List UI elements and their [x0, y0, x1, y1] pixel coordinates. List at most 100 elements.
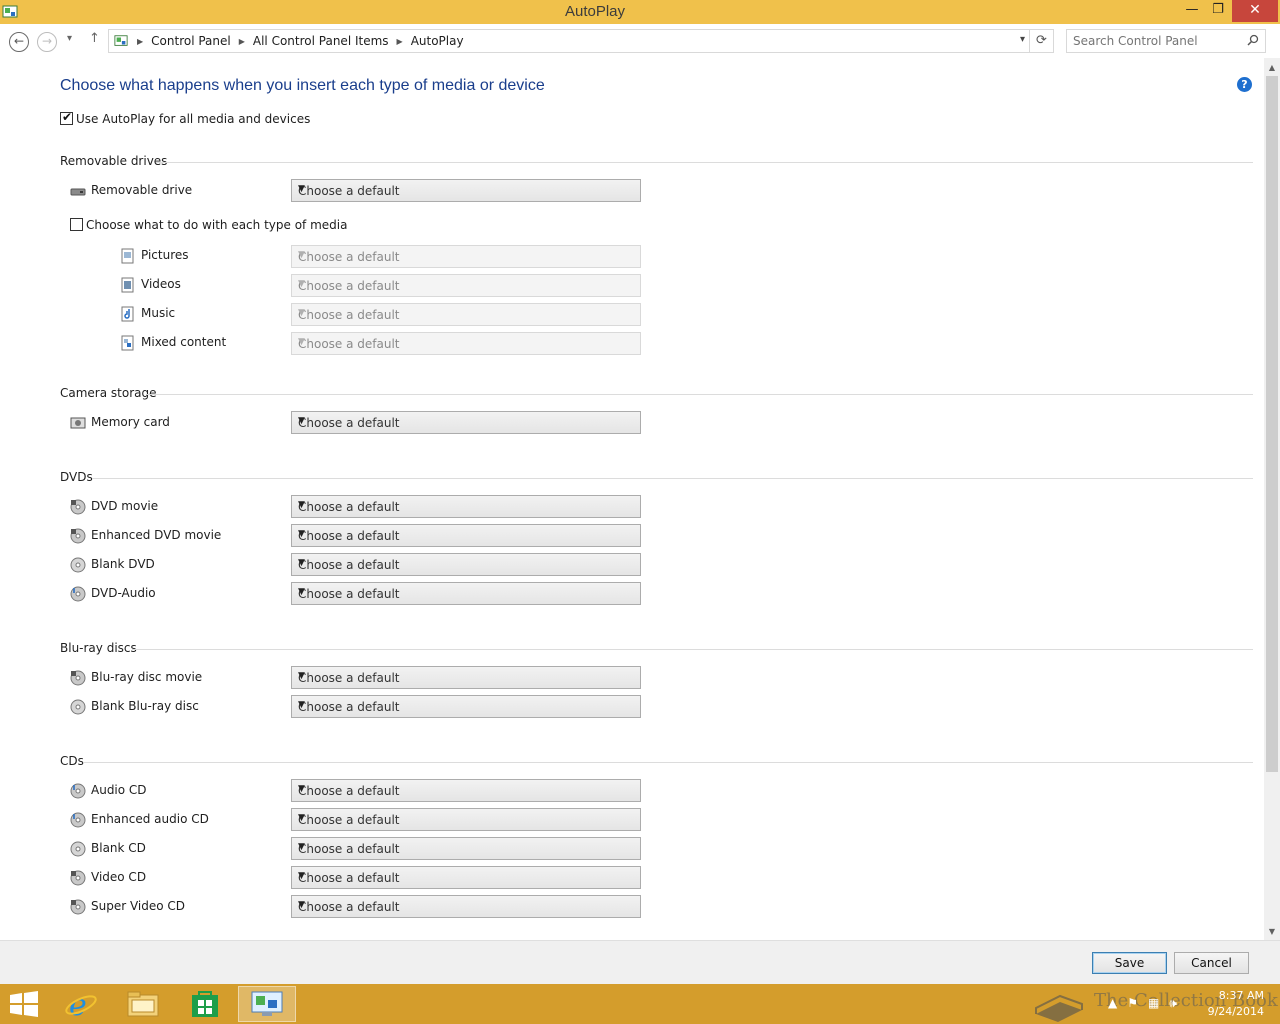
bluray-movie-icon: [70, 670, 86, 686]
enhanced-dvd-movie-select[interactable]: Choose a default ▼: [291, 524, 641, 547]
control-panel-icon: [114, 35, 128, 46]
divider: [84, 762, 1253, 763]
enhanced-audio-cd-select[interactable]: Choose a default ▼: [291, 808, 641, 831]
search-input[interactable]: [1073, 34, 1243, 48]
enhanced-dvd-movie-label: Enhanced DVD movie: [91, 528, 222, 542]
use-autoplay-label[interactable]: Use AutoPlay for all media and devices: [76, 112, 310, 126]
windows-logo-icon: [10, 991, 38, 1017]
title-bar: AutoPlay — ❐ ✕: [0, 0, 1280, 24]
chevron-down-icon: ▼: [298, 529, 305, 539]
divider: [147, 394, 1253, 395]
super-video-cd-select[interactable]: Choose a default ▼: [291, 895, 641, 918]
help-icon[interactable]: ?: [1237, 77, 1252, 92]
folder-icon: [127, 991, 159, 1017]
each-media-type-label[interactable]: Choose what to do with each type of medi…: [86, 218, 347, 232]
flag-icon[interactable]: ⚑: [1127, 996, 1148, 1010]
divider: [92, 478, 1253, 479]
section-cds: CDs: [60, 754, 1253, 768]
forward-button[interactable]: →: [37, 32, 57, 52]
dvd-audio-icon: [70, 586, 86, 602]
video-cd-icon: [70, 870, 86, 886]
mixed-content-select[interactable]: Choose a default ▼: [291, 332, 641, 355]
refresh-button[interactable]: ⟳: [1030, 29, 1054, 53]
restore-button[interactable]: ❐: [1204, 0, 1232, 22]
each-media-type-checkbox[interactable]: [70, 218, 83, 231]
audio-cd-icon: [70, 783, 86, 799]
removable-drive-select[interactable]: Choose a default ▼: [291, 179, 641, 202]
memory-card-select[interactable]: Choose a default ▼: [291, 411, 641, 434]
audio-cd-select[interactable]: Choose a default ▼: [291, 779, 641, 802]
volume-icon[interactable]: 🕪: [1169, 996, 1187, 1010]
chevron-right-icon: ▶: [137, 36, 144, 46]
network-icon[interactable]: ▦: [1148, 996, 1169, 1010]
chevron-down-icon: ▼: [298, 279, 305, 289]
breadcrumb: ▶ Control Panel ▶ All Control Panel Item…: [113, 34, 464, 48]
chevron-right-icon[interactable]: ▶: [239, 37, 245, 46]
dvd-audio-select[interactable]: Choose a default ▼: [291, 582, 641, 605]
music-label: Music: [141, 306, 176, 320]
scroll-down-icon[interactable]: ▼: [1264, 924, 1280, 940]
dialog-button-bar: Save Cancel: [0, 940, 1280, 984]
scroll-up-icon[interactable]: ▲: [1264, 60, 1280, 76]
dvd-movie-select[interactable]: Choose a default ▼: [291, 495, 641, 518]
pictures-icon: [121, 248, 134, 264]
blank-dvd-select[interactable]: Choose a default ▼: [291, 553, 641, 576]
video-cd-select[interactable]: Choose a default ▼: [291, 866, 641, 889]
videos-label: Videos: [141, 277, 181, 291]
mixed-content-label: Mixed content: [141, 335, 227, 349]
blank-dvd-label: Blank DVD: [91, 557, 155, 571]
music-icon: [121, 306, 134, 322]
blank-cd-select[interactable]: Choose a default ▼: [291, 837, 641, 860]
use-autoplay-checkbox[interactable]: ✔: [60, 110, 73, 125]
section-removable-drives: Removable drives: [60, 154, 1253, 168]
dvd-movie-icon: [70, 499, 86, 515]
chevron-down-icon: ▼: [298, 587, 305, 597]
taskbar-control-panel[interactable]: [238, 986, 296, 1022]
up-button[interactable]: ↑: [89, 31, 100, 46]
chevron-down-icon: ▼: [298, 337, 305, 347]
memory-card-icon: [70, 417, 86, 429]
minimize-button[interactable]: —: [1178, 0, 1206, 22]
memory-card-label: Memory card: [91, 415, 170, 429]
chevron-down-icon: ▼: [298, 308, 305, 318]
taskbar-store[interactable]: [176, 986, 234, 1022]
section-title: Blu-ray discs: [60, 641, 141, 655]
breadcrumb-autoplay[interactable]: AutoPlay: [411, 34, 464, 48]
save-button[interactable]: Save: [1092, 952, 1167, 974]
blank-dvd-icon: [70, 557, 86, 573]
recent-locations-button[interactable]: ▾: [67, 33, 72, 44]
taskbar: e The Collection Book ▲⚑▦🕪 8:37 AM 9/24/…: [0, 984, 1280, 1024]
enhanced-audio-cd-icon: [70, 812, 86, 828]
store-icon: [192, 991, 218, 1017]
chevron-right-icon[interactable]: ▶: [397, 37, 403, 46]
start-button[interactable]: [2, 986, 46, 1022]
scrollbar-thumb[interactable]: [1266, 76, 1278, 772]
bluray-movie-select[interactable]: Choose a default ▼: [291, 666, 641, 689]
section-title: CDs: [60, 754, 88, 768]
chevron-down-icon: ▼: [298, 558, 305, 568]
address-bar[interactable]: ▶ Control Panel ▶ All Control Panel Item…: [108, 29, 1030, 53]
videos-select[interactable]: Choose a default ▼: [291, 274, 641, 297]
chevron-down-icon: ▼: [298, 900, 305, 910]
cancel-button[interactable]: Cancel: [1174, 952, 1249, 974]
system-tray: ▲⚑▦🕪: [1108, 996, 1187, 1011]
back-button[interactable]: ←: [9, 32, 29, 52]
clock[interactable]: 8:37 AM 9/24/2014: [1208, 988, 1264, 1020]
enhanced-audio-cd-label: Enhanced audio CD: [91, 812, 209, 826]
dvd-audio-label: DVD-Audio: [91, 586, 156, 600]
pictures-select[interactable]: Choose a default ▼: [291, 245, 641, 268]
show-hidden-icons-icon[interactable]: ▲: [1108, 996, 1127, 1010]
address-dropdown-button[interactable]: ▾: [1020, 34, 1025, 45]
vertical-scrollbar[interactable]: ▲ ▼: [1264, 58, 1280, 940]
music-select[interactable]: Choose a default ▼: [291, 303, 641, 326]
chevron-down-icon: ▼: [298, 184, 305, 194]
taskbar-internet-explorer[interactable]: e: [52, 986, 110, 1022]
close-button[interactable]: ✕: [1232, 0, 1278, 22]
breadcrumb-control-panel[interactable]: Control Panel: [151, 34, 231, 48]
blank-bluray-select[interactable]: Choose a default ▼: [291, 695, 641, 718]
checkmark-icon: ✔: [62, 110, 73, 124]
section-bluray-discs: Blu-ray discs: [60, 641, 1253, 655]
search-icon[interactable]: [1247, 34, 1259, 46]
breadcrumb-all-items[interactable]: All Control Panel Items: [253, 34, 389, 48]
taskbar-file-explorer[interactable]: [114, 986, 172, 1022]
